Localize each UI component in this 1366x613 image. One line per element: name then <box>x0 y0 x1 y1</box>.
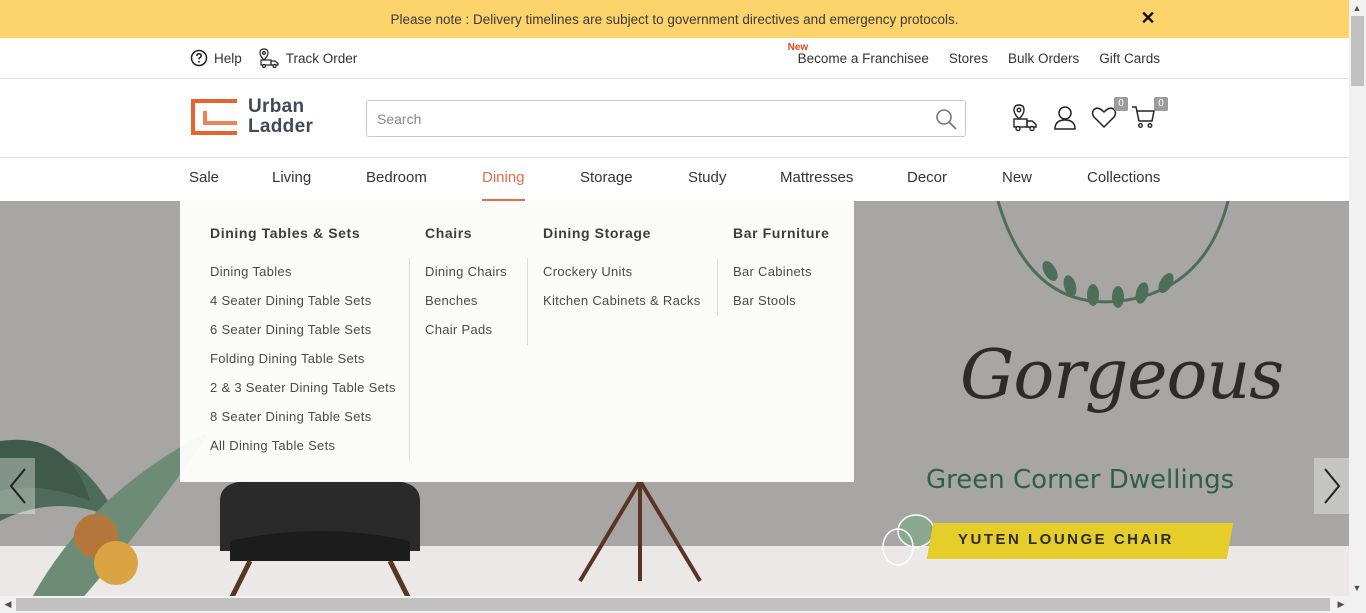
logo-word-ladder: Ladder <box>248 116 314 137</box>
menu-divider <box>717 258 718 316</box>
carousel-prev-button[interactable] <box>0 458 35 514</box>
nav-item-mattresses[interactable]: Mattresses <box>780 158 853 201</box>
help-link[interactable]: Help <box>190 49 242 67</box>
menu-link-crockery-units[interactable]: Crockery Units <box>543 257 701 286</box>
cart-button[interactable]: 0 <box>1130 97 1168 133</box>
horizontal-scrollbar[interactable]: ◀ ▶ <box>0 596 1366 613</box>
hero-product-name: YUTEN LOUNGE CHAIR <box>958 531 1174 548</box>
wreath-illustration <box>996 201 1230 308</box>
vertical-scroll-thumb[interactable] <box>1351 16 1364 86</box>
account-button[interactable] <box>1050 103 1080 133</box>
scroll-down-arrow-icon[interactable]: ▼ <box>1349 580 1365 596</box>
menu-link-dining-chairs[interactable]: Dining Chairs <box>425 257 507 286</box>
menu-link-8-seater[interactable]: 8 Seater Dining Table Sets <box>210 402 396 431</box>
menu-heading-dining-storage[interactable]: Dining Storage <box>543 225 651 241</box>
nav-item-study[interactable]: Study <box>688 158 726 201</box>
menu-link-folding[interactable]: Folding Dining Table Sets <box>210 344 396 373</box>
user-icon <box>1054 106 1076 130</box>
nav-item-living[interactable]: Living <box>272 158 311 201</box>
hero-subheadline: Green Corner Dwellings <box>926 465 1235 495</box>
track-order-link[interactable]: Track Order <box>258 48 358 68</box>
nav-item-collections[interactable]: Collections <box>1087 158 1160 201</box>
nav-item-sale[interactable]: Sale <box>189 158 219 201</box>
menu-link-bar-cabinets[interactable]: Bar Cabinets <box>733 257 812 286</box>
close-notice-button[interactable]: ✕ <box>1140 9 1156 27</box>
help-label: Help <box>214 50 242 66</box>
side-chair-legs <box>578 481 702 583</box>
track-order-label: Track Order <box>285 50 358 66</box>
urban-ladder-logo[interactable]: Urban Ladder <box>191 97 313 137</box>
vertical-scrollbar[interactable]: ▲ ▼ <box>1349 0 1366 596</box>
gift-cards-link[interactable]: Gift Cards <box>1099 51 1160 66</box>
horizontal-scroll-thumb[interactable] <box>16 598 1330 611</box>
scroll-up-arrow-icon[interactable]: ▲ <box>1349 0 1365 16</box>
carousel-next-button[interactable] <box>1314 458 1349 514</box>
search-box <box>366 100 966 137</box>
nav-item-storage[interactable]: Storage <box>580 158 633 201</box>
menu-link-6-seater[interactable]: 6 Seater Dining Table Sets <box>210 315 396 344</box>
category-nav: Sale Living Bedroom Dining Storage Study… <box>0 158 1349 201</box>
menu-link-all-dining-sets[interactable]: All Dining Table Sets <box>210 431 396 460</box>
logo-word-urban: Urban <box>248 96 305 117</box>
black-lounge-chair <box>220 481 420 596</box>
wishlist-button[interactable]: 0 <box>1090 97 1128 133</box>
logo-mark-icon <box>191 99 238 135</box>
nav-item-dining[interactable]: Dining <box>482 158 525 201</box>
menu-link-benches[interactable]: Benches <box>425 286 507 315</box>
delivery-truck-icon <box>1013 104 1037 132</box>
delivery-notice-text: Please note : Delivery timelines are sub… <box>390 11 959 27</box>
track-order-icon <box>259 48 279 68</box>
main-header: Urban Ladder 0 <box>0 79 1349 158</box>
menu-heading-dining-tables[interactable]: Dining Tables & Sets <box>210 225 360 241</box>
menu-link-chair-pads[interactable]: Chair Pads <box>425 315 507 344</box>
nav-item-bedroom[interactable]: Bedroom <box>366 158 427 201</box>
stores-link[interactable]: Stores <box>949 51 988 66</box>
search-input[interactable] <box>367 101 927 136</box>
wishlist-count-badge: 0 <box>1114 97 1128 111</box>
menu-divider <box>527 258 528 345</box>
menu-link-kitchen-cabinets[interactable]: Kitchen Cabinets & Racks <box>543 286 701 315</box>
scroll-right-arrow-icon[interactable]: ▶ <box>1333 596 1349 612</box>
utility-bar: Help Track Order New Become a Franchisee… <box>0 38 1349 79</box>
menu-link-4-seater[interactable]: 4 Seater Dining Table Sets <box>210 286 396 315</box>
cart-count-badge: 0 <box>1154 97 1168 111</box>
become-franchisee-link[interactable]: New Become a Franchisee <box>788 42 929 66</box>
search-icon[interactable] <box>934 107 958 131</box>
menu-heading-bar-furniture[interactable]: Bar Furniture <box>733 225 829 241</box>
help-icon <box>190 49 208 67</box>
menu-divider <box>409 258 410 461</box>
scroll-left-arrow-icon[interactable]: ◀ <box>0 596 16 612</box>
dining-mega-menu: Dining Tables & Sets Dining Tables 4 Sea… <box>180 201 854 482</box>
chevron-right-icon <box>1323 468 1340 504</box>
nav-item-decor[interactable]: Decor <box>907 158 947 201</box>
delivery-tracking-button[interactable] <box>1010 103 1040 133</box>
bulk-orders-link[interactable]: Bulk Orders <box>1008 51 1079 66</box>
franchise-label: Become a Franchisee <box>797 50 929 66</box>
menu-link-2-3-seater[interactable]: 2 & 3 Seater Dining Table Sets <box>210 373 396 402</box>
hero-headline: Gorgeous <box>960 336 1284 415</box>
new-badge: New <box>787 41 809 53</box>
nav-item-new[interactable]: New <box>1002 158 1032 201</box>
chevron-left-icon <box>9 468 26 504</box>
menu-link-bar-stools[interactable]: Bar Stools <box>733 286 812 315</box>
menu-link-dining-tables[interactable]: Dining Tables <box>210 257 396 286</box>
menu-heading-chairs[interactable]: Chairs <box>425 225 472 241</box>
